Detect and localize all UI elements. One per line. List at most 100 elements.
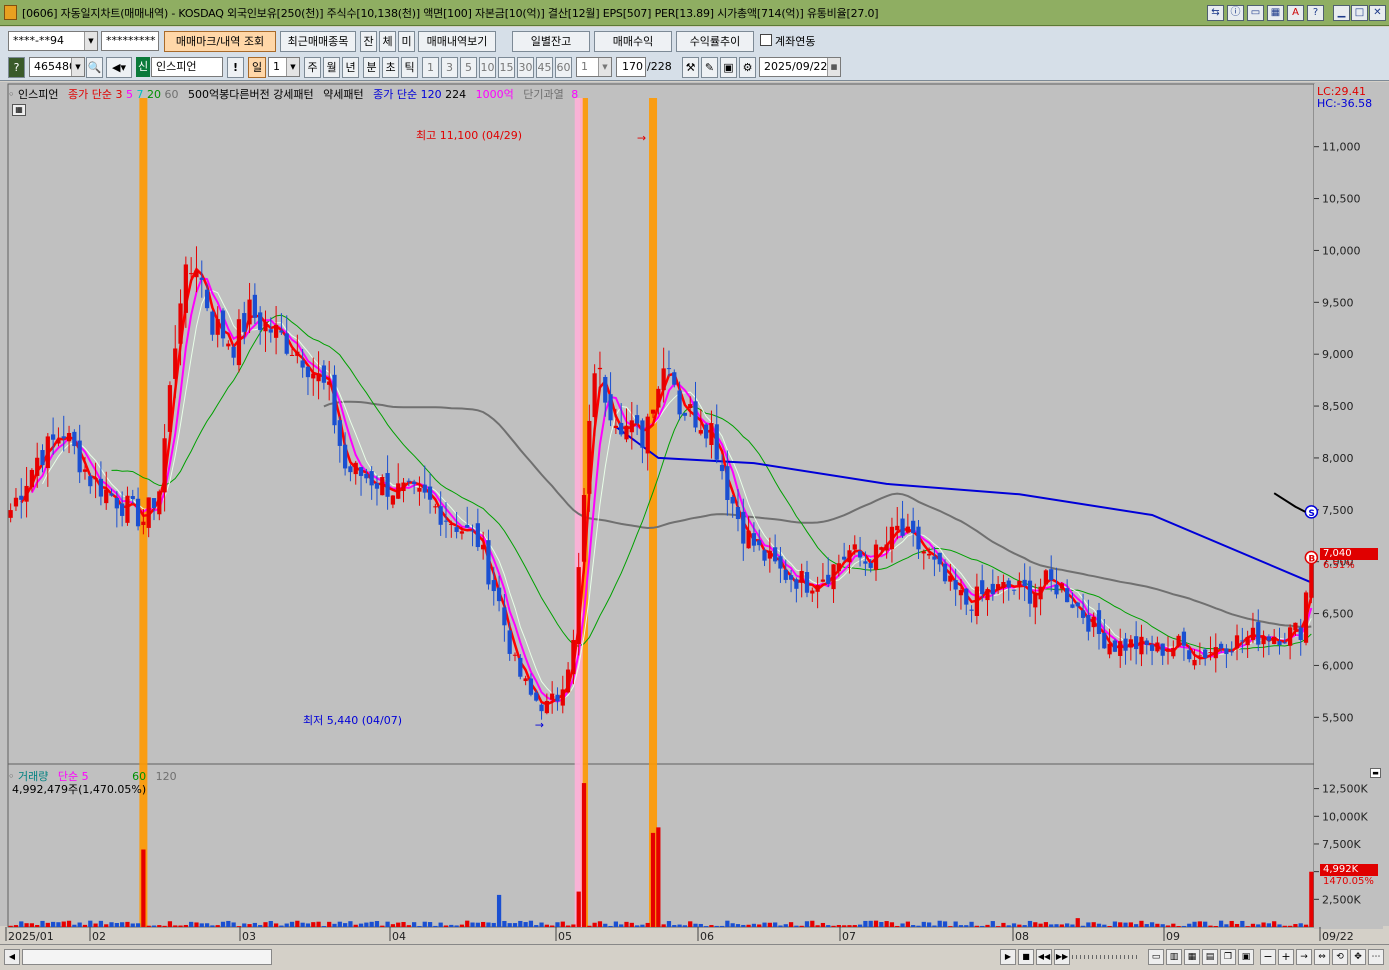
chevron-down-icon[interactable]: ▼ <box>71 58 84 76</box>
interval-1-button[interactable]: 1 <box>422 57 439 78</box>
candle-body <box>1181 631 1187 646</box>
calculator-icon[interactable]: ▦ <box>12 104 26 116</box>
chart-scrollbar[interactable]: ◀ ▶ ■ ◀◀ ▶▶ ▭ ▥ ▦ ▤ ❐ ▣ − + → ⇔ ⟲ ✥ ⋯ <box>0 944 1389 970</box>
recent-trades-button[interactable]: 최근매매종목 <box>280 31 356 52</box>
candle-body <box>1038 586 1043 600</box>
period-daily-button[interactable]: 일 <box>248 57 266 78</box>
volume-bar <box>762 922 767 927</box>
candle-body <box>672 372 677 385</box>
window-tile-icon[interactable]: ▥ <box>1166 949 1182 965</box>
more-icon[interactable]: ⋯ <box>1368 949 1384 965</box>
volume-minimize-icon[interactable]: ▬ <box>1370 768 1381 778</box>
trade-profit-button[interactable]: 매매수익 <box>594 31 672 52</box>
scroll-left-icon[interactable]: ◀ <box>4 949 20 965</box>
help-icon[interactable]: ? <box>1307 5 1324 21</box>
candle-body <box>157 491 162 515</box>
price-chart-svg[interactable]: 5,5006,0006,5007,0007,5008,0008,5009,000… <box>0 82 1389 944</box>
candle-body <box>1149 644 1155 651</box>
account-select[interactable]: ****-**94 ▼ <box>8 31 98 51</box>
chart-area[interactable]: 5,500 6,000 6,500 7,000 7,500 8,000 8,500 9,000… <box>0 82 1389 943</box>
trade-history-button[interactable]: 매매내역보기 <box>418 31 496 52</box>
window-stack-icon[interactable]: ▤ <box>1202 949 1218 965</box>
minimize-icon[interactable]: ▁ <box>1333 5 1350 21</box>
period-minute-button[interactable]: 분 <box>363 57 380 78</box>
link-icon[interactable]: ⇆ <box>1207 5 1224 21</box>
interval-3-button[interactable]: 3 <box>441 57 458 78</box>
period-weekly-button[interactable]: 주 <box>304 57 321 78</box>
save-icon[interactable]: ▣ <box>720 57 737 78</box>
period-yearly-button[interactable]: 년 <box>342 57 359 78</box>
tool-icon[interactable]: ⚒ <box>682 57 699 78</box>
interval-10-button[interactable]: 10 <box>479 57 496 78</box>
unfilled-button[interactable]: 미 <box>398 31 415 52</box>
volume-bar <box>714 925 719 927</box>
volume-bar <box>842 925 847 927</box>
password-field[interactable]: ********* <box>101 31 159 51</box>
play-back-icon[interactable]: ◀◀ <box>1036 949 1052 965</box>
volume-bar <box>741 924 746 927</box>
scroll-right-icon[interactable]: ▶ <box>1000 949 1016 965</box>
speaker-icon[interactable]: ◀▾ <box>106 57 132 78</box>
chevron-down-icon[interactable]: ▼ <box>286 58 299 76</box>
volume-value: 4,992,479주(1,470.05%) <box>12 783 147 796</box>
window-split-icon[interactable]: ▭ <box>1148 949 1164 965</box>
fit-icon[interactable]: ⇔ <box>1314 949 1330 965</box>
return-trend-button[interactable]: 수익률추이 <box>676 31 754 52</box>
scroll-thumb[interactable] <box>22 949 272 965</box>
info-icon[interactable]: ⓘ <box>1227 5 1244 21</box>
bar-count-input[interactable]: 170 <box>616 57 646 77</box>
volume-bar <box>342 923 348 927</box>
account-link-checkbox[interactable] <box>760 34 772 46</box>
daily-balance-button[interactable]: 일별잔고 <box>512 31 590 52</box>
maximize-icon[interactable]: □ <box>1351 5 1368 21</box>
candle-body <box>1240 640 1245 642</box>
candle-body <box>40 450 45 466</box>
stock-name-field[interactable]: 인스피언 <box>151 57 223 77</box>
x-tick-label: 08 <box>1015 930 1029 943</box>
close-icon[interactable]: ✕ <box>1369 5 1386 21</box>
window-cascade-icon[interactable]: ❐ <box>1220 949 1236 965</box>
volume-bar <box>995 926 1001 927</box>
draw-icon[interactable]: ✎ <box>701 57 718 78</box>
period-value-field[interactable]: 1 ▼ <box>268 57 300 77</box>
chevron-down-icon[interactable]: ▼ <box>84 32 97 50</box>
calendar-icon[interactable]: ▦ <box>827 58 840 76</box>
stock-search-icon[interactable]: ? <box>8 57 25 78</box>
grid-icon[interactable]: ▦ <box>1267 5 1284 21</box>
interval-5-button[interactable]: 5 <box>460 57 477 78</box>
play-forward-icon[interactable]: ▶▶ <box>1054 949 1070 965</box>
font-icon[interactable]: A <box>1287 5 1304 21</box>
interval-45-button[interactable]: 45 <box>536 57 553 78</box>
period-second-button[interactable]: 초 <box>382 57 399 78</box>
search-icon[interactable]: 🔍 <box>86 57 103 78</box>
alert-icon[interactable]: ! <box>227 57 244 78</box>
settings-icon[interactable]: ⚙ <box>739 57 756 78</box>
mark-query-button[interactable]: 매매마크/내역 조회 <box>164 31 276 52</box>
volume-bar <box>767 922 772 927</box>
volume-bar <box>534 925 539 927</box>
window-grid-icon[interactable]: ▦ <box>1184 949 1200 965</box>
interval-60-button[interactable]: 60 <box>555 57 572 78</box>
period-monthly-button[interactable]: 월 <box>323 57 340 78</box>
executed-button[interactable]: 체 <box>379 31 396 52</box>
stock-code-input[interactable]: 465480 ▼ <box>29 57 85 77</box>
balance-button[interactable]: 잔 <box>360 31 377 52</box>
legend-overheat: 단기과열 <box>523 88 564 101</box>
date-input[interactable]: 2025/09/22 ▦ <box>759 57 841 77</box>
interval-15-button[interactable]: 15 <box>498 57 515 78</box>
play-stop-icon[interactable]: ■ <box>1018 949 1034 965</box>
reset-icon[interactable]: ⟲ <box>1332 949 1348 965</box>
zoom-out-icon[interactable]: − <box>1260 949 1276 965</box>
chevron-down-icon[interactable]: ▼ <box>598 58 611 76</box>
zoom-in-icon[interactable]: + <box>1278 949 1294 965</box>
arrow-right-icon[interactable]: → <box>1296 949 1312 965</box>
speed-slider[interactable] <box>1072 955 1140 959</box>
interval-value-field[interactable]: 1 ▼ <box>576 57 612 77</box>
period-tick-button[interactable]: 틱 <box>401 57 418 78</box>
interval-30-button[interactable]: 30 <box>517 57 534 78</box>
window-extra-icon[interactable]: ▣ <box>1238 949 1254 965</box>
volume-bar <box>773 922 778 927</box>
screen-icon[interactable]: ▭ <box>1247 5 1264 21</box>
volume-bar <box>879 921 884 927</box>
crosshair-icon[interactable]: ✥ <box>1350 949 1366 965</box>
